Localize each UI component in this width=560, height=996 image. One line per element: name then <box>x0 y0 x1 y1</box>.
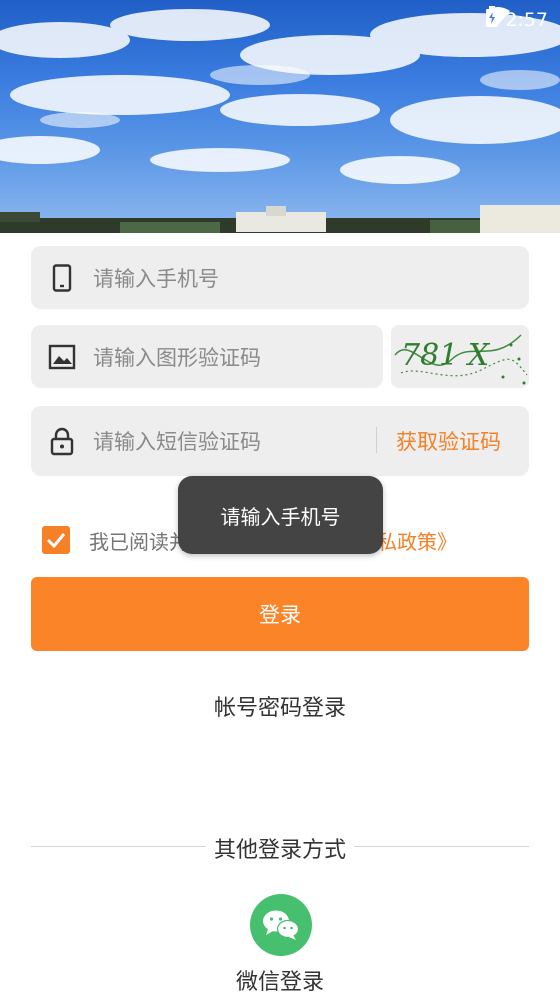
phone-input[interactable]: 请输入手机号 <box>93 263 219 293</box>
checkmark-icon <box>46 533 66 548</box>
toast-message: 请输入手机号 <box>178 476 383 554</box>
other-login-title: 其他登录方式 <box>0 832 560 864</box>
login-button[interactable]: 登录 <box>31 577 529 651</box>
get-code-button[interactable]: 获取验证码 <box>396 426 501 456</box>
password-login-link[interactable]: 帐号密码登录 <box>0 690 560 722</box>
field-divider <box>376 427 377 453</box>
image-captcha-input[interactable]: 请输入图形验证码 <box>93 342 261 372</box>
wechat-login-button[interactable] <box>250 894 312 956</box>
status-bar: 2:57 <box>485 6 548 34</box>
image-icon <box>45 340 79 374</box>
status-time: 2:57 <box>505 9 548 31</box>
captcha-image[interactable]: 781 X <box>391 325 529 388</box>
captcha-text: 781 X <box>401 338 491 373</box>
agreement-checkbox[interactable] <box>42 526 70 554</box>
wechat-login-label[interactable]: 微信登录 <box>0 964 560 996</box>
header-banner-image: 2:57 <box>0 0 560 233</box>
sky-clouds-illustration <box>0 9 560 233</box>
phone-icon <box>45 261 79 295</box>
sms-code-input[interactable]: 请输入短信验证码 <box>93 426 261 456</box>
wechat-icon <box>263 910 300 940</box>
phone-field[interactable]: 请输入手机号 <box>31 246 529 309</box>
image-captcha-field[interactable]: 请输入图形验证码 <box>31 325 383 388</box>
lock-icon <box>45 424 79 458</box>
other-login-title-text: 其他登录方式 <box>209 838 350 863</box>
